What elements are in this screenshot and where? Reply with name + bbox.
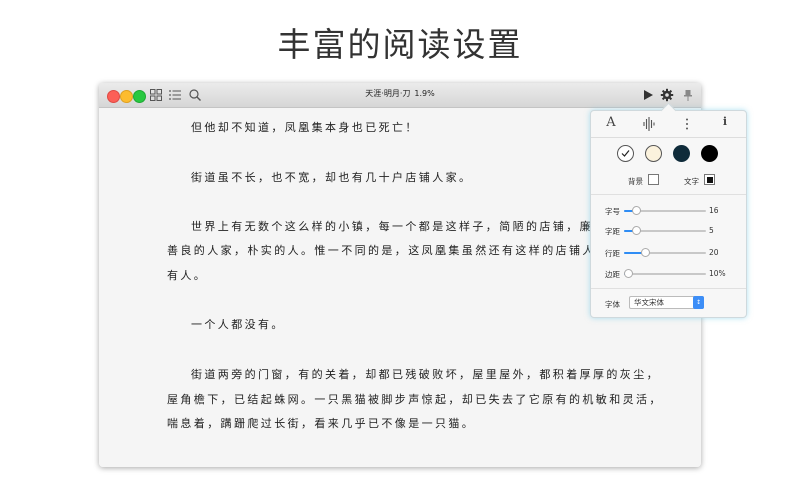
chevron-updown-icon[interactable]: ↕: [693, 296, 704, 309]
waveform-icon[interactable]: [639, 115, 659, 133]
line-spacing-value: 20: [709, 248, 719, 257]
font-size-value: 16: [709, 206, 719, 215]
divider: [591, 194, 746, 195]
divider: [591, 288, 746, 289]
margin-label: 边距: [605, 270, 620, 279]
letter-spacing-slider[interactable]: [624, 226, 706, 235]
paragraph-4: 一个人都没有。: [191, 318, 285, 331]
font-size-slider[interactable]: [624, 206, 706, 215]
font-family-label: 字体: [605, 300, 620, 309]
reading-progress: 1.9%: [414, 89, 435, 98]
text-color-picker[interactable]: [704, 174, 715, 185]
paragraph-2: 街道虽不长，也不宽，却也有几十户店铺人家。: [191, 171, 473, 184]
settings-tabs: A i: [591, 111, 746, 138]
theme-dark-teal-swatch[interactable]: [673, 145, 690, 162]
paragraph-3-line-2: 善良的人家，朴实的人。惟一不同的是，这凤凰集虽然还有这样的店铺人家，: [167, 244, 623, 257]
line-spacing-label: 行距: [605, 249, 620, 258]
theme-black-swatch[interactable]: [701, 145, 718, 162]
more-icon[interactable]: [677, 115, 697, 133]
paragraph-3-line-1: 世界上有无数个这么样的小镇，每一个都是这样子，简陋的店铺，廉价的: [191, 220, 620, 233]
paragraph-1: 但他却不知道，凤凰集本身也已死亡！: [191, 121, 419, 134]
line-spacing-slider[interactable]: [624, 248, 706, 257]
theme-white-swatch[interactable]: [617, 145, 634, 162]
slider-thumb[interactable]: [624, 269, 633, 278]
letter-spacing-value: 5: [709, 226, 714, 235]
paragraph-3-line-3: 有人。: [167, 269, 208, 282]
play-icon[interactable]: [641, 88, 655, 102]
window-title: 天涯·明月·刀 1.9%: [99, 88, 701, 99]
text-color-label: 文字: [684, 177, 699, 186]
margin-slider[interactable]: [624, 269, 706, 278]
gear-icon[interactable]: [660, 88, 674, 102]
title-bar: 天涯·明月·刀 1.9%: [99, 83, 701, 108]
book-title: 天涯·明月·刀: [365, 89, 411, 98]
background-color-label: 背景: [628, 177, 643, 186]
background-color-picker[interactable]: [648, 174, 659, 185]
slider-thumb[interactable]: [632, 206, 641, 215]
font-family-select[interactable]: 华文宋体 ↕: [629, 296, 704, 309]
paragraph-5-line-1: 街道两旁的门窗，有的关着，却都已残破败坏，屋里屋外，都积着厚厚的灰尘，: [191, 368, 660, 381]
font-family-value: 华文宋体: [634, 298, 664, 307]
checkmark-icon: [621, 150, 630, 157]
paragraph-5-line-3: 喘息着，蹒跚爬过长街，看来几乎已不像是一只猫。: [167, 417, 476, 430]
tab-info[interactable]: i: [715, 115, 735, 133]
paragraph-5-line-2: 屋角檐下，已结起蛛网。一只黑猫被脚步声惊起，却已失去了它原有的机敏和灵活，: [167, 393, 663, 406]
slider-thumb[interactable]: [641, 248, 650, 257]
tab-font[interactable]: A: [601, 115, 621, 133]
pin-icon[interactable]: [681, 88, 695, 102]
slider-thumb[interactable]: [632, 226, 641, 235]
font-size-label: 字号: [605, 207, 620, 216]
letter-spacing-label: 字距: [605, 227, 620, 236]
page-headline: 丰富的阅读设置: [277, 25, 523, 64]
settings-popover: A i 背景 文字 字号 16 字距 5 行距 20 边距 10% 字体 华文宋…: [590, 102, 747, 318]
theme-cream-swatch[interactable]: [645, 145, 662, 162]
margin-value: 10%: [709, 269, 726, 278]
